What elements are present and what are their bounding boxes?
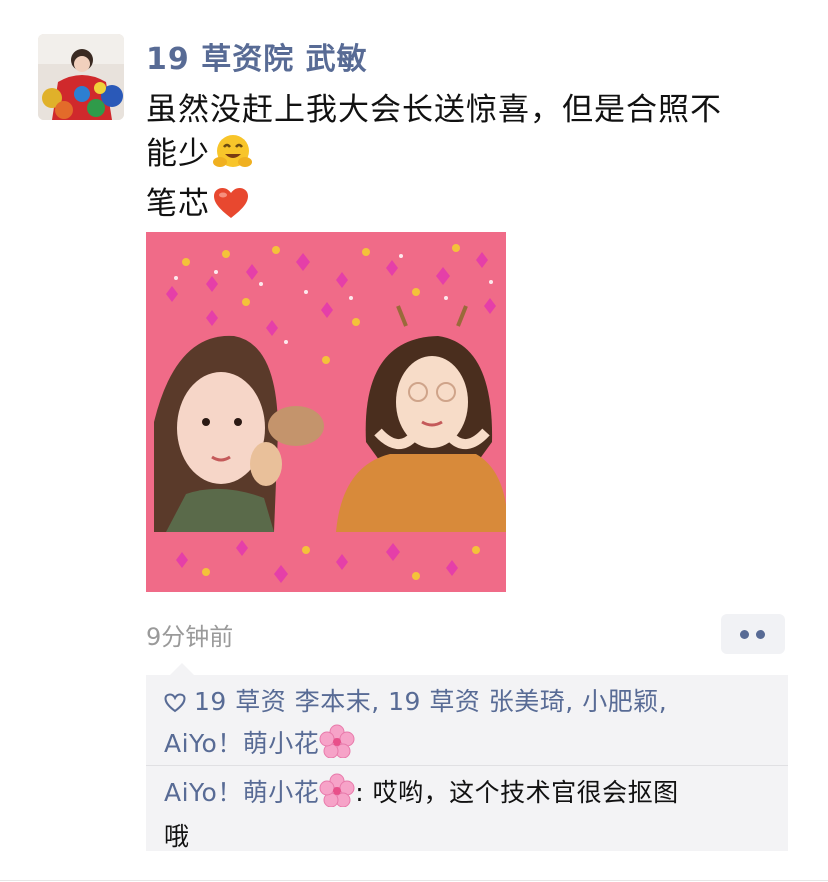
cherry-blossom-emoji (319, 773, 355, 818)
likes-line-2: AiYo！萌小花 (164, 724, 774, 769)
cherry-blossom-emoji (319, 724, 355, 769)
comment-line-1: AiYo！萌小花 : 哎哟，这个技术官很会抠图 (164, 773, 776, 818)
post-text-line-2-text: 能少 (146, 136, 210, 172)
post-text-line-2: 能少 (146, 132, 786, 182)
post-text-line-3-text: 笔芯 (146, 186, 210, 222)
comment-text-line-1: 哎哟，这个技术官很会抠图 (364, 778, 679, 807)
comment-separator: : (355, 778, 365, 807)
red-heart-emoji (212, 186, 250, 232)
more-dots-icon (756, 630, 765, 639)
moments-post: 19 草资院 武敏 虽然没赶上我大会长送惊喜，但是合照不 能少 笔芯 9分钟前 … (0, 0, 828, 882)
likes-list: 19 草资 李本末, 19 草资 张美琦, 小肥颖, AiYo！萌小花 (164, 683, 774, 769)
avatar[interactable] (38, 34, 124, 120)
comment-item[interactable]: AiYo！萌小花 : 哎哟，这个技术官很会抠图 哦 (164, 773, 776, 856)
comment-line-2: 哦 (164, 822, 190, 851)
liker-name[interactable]: AiYo！萌小花 (164, 729, 319, 758)
hugging-face-emoji (212, 132, 252, 182)
likes-names[interactable]: 19 草资 李本末, 19 草资 张美琦, 小肥颖, (194, 687, 667, 716)
likes-comments-panel: 19 草资 李本末, 19 草资 张美琦, 小肥颖, AiYo！萌小花 AiYo… (146, 663, 788, 851)
likes-line-1: 19 草资 李本末, 19 草资 张美琦, 小肥颖, (164, 683, 774, 724)
bottom-divider (0, 880, 828, 881)
post-photo[interactable] (146, 232, 506, 592)
author-name[interactable]: 19 草资院 武敏 (146, 34, 368, 78)
heart-outline-icon (164, 686, 186, 724)
post-text-line-1: 虽然没赶上我大会长送惊喜，但是合照不 (146, 92, 722, 128)
more-actions-button[interactable] (721, 614, 785, 654)
panel-arrow (170, 663, 194, 675)
post-timestamp: 9分钟前 (146, 623, 234, 651)
panel-divider (146, 765, 788, 766)
post-text: 虽然没赶上我大会长送惊喜，但是合照不 能少 笔芯 (146, 88, 786, 232)
post-text-line-3: 笔芯 (146, 182, 786, 232)
comment-author[interactable]: AiYo！萌小花 (164, 778, 319, 807)
more-dots-icon (740, 630, 749, 639)
